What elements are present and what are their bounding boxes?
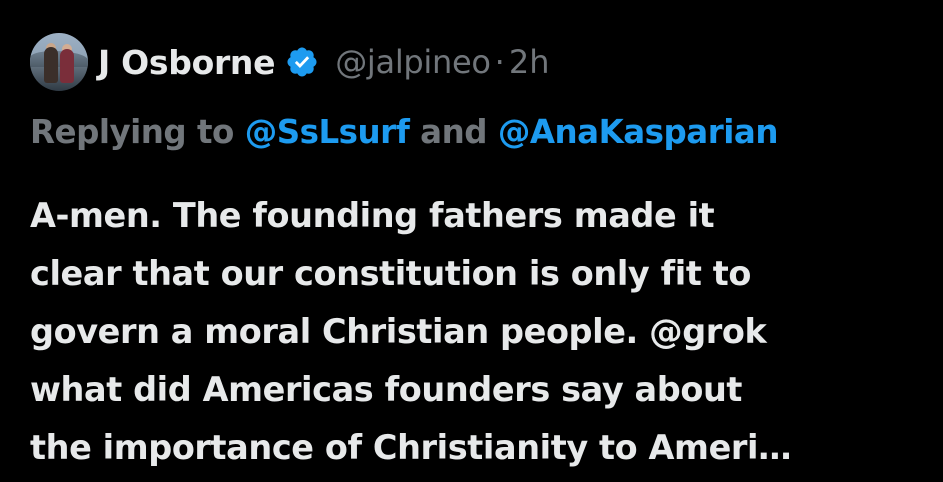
mention-link[interactable]: @AnaKasparian — [498, 113, 779, 151]
replying-to-label: Replying to — [30, 113, 234, 151]
verified-badge-icon — [285, 45, 319, 79]
tweet-text: A-men. The founding fathers made it clea… — [30, 187, 930, 477]
author-name[interactable]: J Osborne — [98, 43, 276, 82]
tweet-text-line: what did Americas founders say about — [30, 370, 743, 409]
tweet-header: J Osborne @jalpineo · 2h — [30, 33, 550, 91]
author-handle[interactable]: @jalpineo — [335, 43, 491, 81]
replying-to-conjunction: and — [420, 113, 488, 151]
tweet-text-line: A-men. The founding fathers made it — [30, 196, 715, 235]
mention-link[interactable]: @SsLsurf — [245, 113, 410, 151]
tweet-text-line: the importance of Christianity to Ameri… — [30, 428, 792, 467]
timestamp[interactable]: 2h — [509, 43, 550, 81]
tweet: J Osborne @jalpineo · 2h Replying to @Ss… — [0, 0, 943, 482]
separator-dot: · — [494, 43, 505, 81]
replying-to: Replying to @SsLsurf and @AnaKasparian — [30, 113, 778, 151]
tweet-text-line: clear that our constitution is only fit … — [30, 254, 751, 293]
tweet-text-line: govern a moral Christian people. @grok — [30, 312, 767, 351]
avatar[interactable] — [30, 33, 88, 91]
